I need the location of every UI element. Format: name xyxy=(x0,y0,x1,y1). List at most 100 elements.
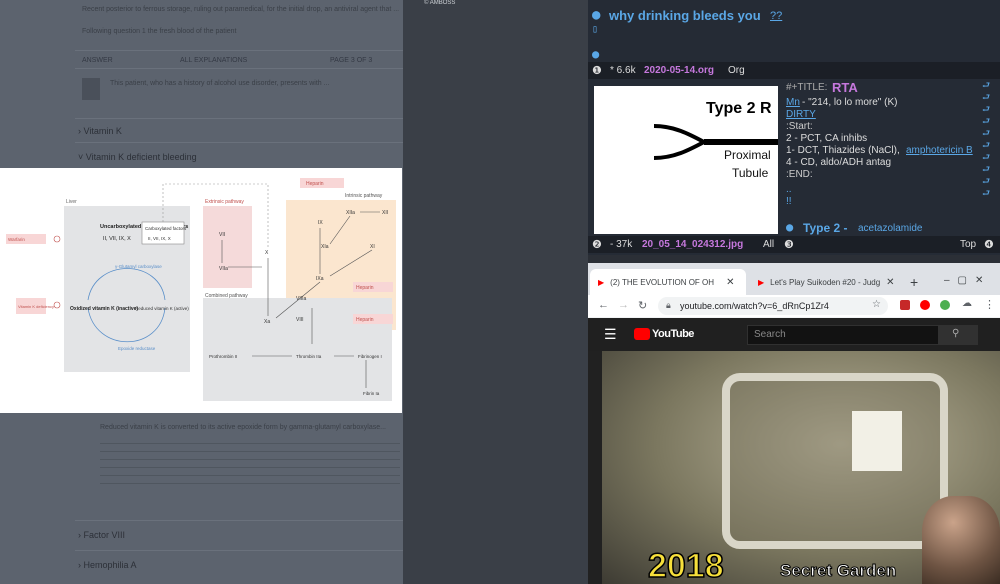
extension-icon[interactable] xyxy=(940,300,950,310)
youtube-logo-icon[interactable] xyxy=(634,328,650,340)
back-icon[interactable]: ← xyxy=(598,299,609,311)
hamburger-menu-icon[interactable]: ☰ xyxy=(604,326,617,343)
cast-icon[interactable]: ☁ xyxy=(962,298,972,309)
node-viii: VIII xyxy=(296,317,304,323)
accordion-item[interactable]: › Hemophilia A xyxy=(78,560,137,570)
question-text: Recent posterior to ferrous storage, rul… xyxy=(82,6,400,13)
node-viiia: VIIIa xyxy=(296,296,307,302)
tab-title: Let's Play Suikoden #20 - Judgm xyxy=(770,277,881,287)
node-xi: XI xyxy=(370,244,375,250)
node-xa: Xa xyxy=(264,319,270,325)
window-controls[interactable]: –▢✕ xyxy=(944,267,991,293)
explanation-text: Reduced vitamin K is converted to its ac… xyxy=(100,424,386,431)
subway-window xyxy=(722,373,948,549)
reduced-vitk: Reduced vitamin K (active) xyxy=(135,306,189,311)
org-link-amphotericin[interactable]: amphotericin B xyxy=(906,145,973,156)
carboxylated-factors: II, VII, IX, X xyxy=(148,236,171,241)
accordion-item[interactable]: ˅ Vitamin K deficient bleeding xyxy=(78,152,197,162)
image-label-tubule: Tubule xyxy=(732,166,769,180)
modeline-top: ❶ * 6.6k 2020-05-14.org Org xyxy=(588,62,1000,79)
node-x: X xyxy=(265,250,269,256)
url-text[interactable]: youtube.com/watch?v=6_dRnCp1Zr4 xyxy=(680,301,829,311)
extension-icon[interactable] xyxy=(900,300,910,310)
buffer-size: * 6.6k xyxy=(610,65,636,76)
browser-tab-active[interactable]: ▶ (2) THE EVOLUTION OF OH ✕ xyxy=(590,269,746,295)
org-keyword: #+TITLE: xyxy=(786,82,828,93)
image-size: - 37k xyxy=(610,239,633,250)
org-title: RTA xyxy=(832,80,858,95)
toolbar: ← → ↻ 🔒︎ youtube.com/watch?v=6_dRnCp1Zr4… xyxy=(588,295,1000,317)
major-mode: Org xyxy=(728,65,745,76)
search-icon: ⚲ xyxy=(952,328,960,339)
lock-icon: 🔒︎ xyxy=(666,300,671,310)
tab-title: (2) THE EVOLUTION OF OH xyxy=(610,277,715,287)
chevron-down-icon: ˅ xyxy=(78,152,86,162)
bullet-icon: ● xyxy=(592,7,601,23)
org-link-dirty[interactable]: DIRTY xyxy=(786,109,816,120)
reload-icon[interactable]: ↻ xyxy=(638,299,647,312)
buffer-name: 2020-05-14.org xyxy=(644,65,715,76)
tab-explanations[interactable]: ALL EXPLANATIONS xyxy=(180,57,247,64)
scroll-top: Top xyxy=(960,239,977,250)
org-line-2: 1- DCT, Thiazides (NaCl), xyxy=(786,145,900,156)
emacs-window[interactable]: ● why drinking bleeds you ?? ▯ ● ❶ * 6.6… xyxy=(588,0,1000,255)
tab-strip: ▶ (2) THE EVOLUTION OF OH ✕ ▶ Let's Play… xyxy=(588,263,1000,295)
bullet-icon: ● xyxy=(592,47,600,61)
browser-tab[interactable]: ▶ Let's Play Suikoden #20 - Judgm ✕ xyxy=(750,269,906,295)
youtube-header: ☰ YouTube Search ⚲ xyxy=(588,318,1000,351)
org-line-mn: - "214, lo lo more" (K) xyxy=(802,97,898,108)
window-num-3: ❸ xyxy=(784,238,794,251)
heparin-label: Heparin xyxy=(306,181,324,187)
youtube-favicon-icon: ▶ xyxy=(598,277,605,287)
node-xia: XIa xyxy=(321,244,329,250)
address-bar[interactable]: 🔒︎ youtube.com/watch?v=6_dRnCp1Zr4 ☆ xyxy=(658,297,888,315)
node-ix: IX xyxy=(318,220,323,226)
image-title: Type 2 R xyxy=(706,100,772,117)
center-strip xyxy=(403,0,588,584)
label-intrinsic: Intrinsic pathway xyxy=(345,193,383,199)
image-buffer: Type 2 R Proximal Tubule xyxy=(594,86,778,234)
youtube-page: ☰ YouTube Search ⚲ 2018 Secret Garden xyxy=(588,318,1000,584)
tab-answer[interactable]: ANSWER xyxy=(82,57,113,64)
menu-icon[interactable]: ⋮ xyxy=(984,298,995,311)
window-num-1: ❶ xyxy=(592,64,602,77)
extension-icon[interactable] xyxy=(920,300,930,310)
author-avatar xyxy=(82,78,100,100)
org-line-1: 2 - PCT, CA inhibs xyxy=(786,133,868,144)
coagulation-figure[interactable]: Liver Extrinsic pathway Intrinsic pathwa… xyxy=(0,168,402,413)
search-button[interactable]: ⚲ xyxy=(938,325,978,345)
org-subheading-link[interactable]: acetazolamide xyxy=(858,223,922,234)
tab-page[interactable]: PAGE 3 OF 3 xyxy=(330,57,372,64)
node-viia: VIIa xyxy=(219,266,228,272)
accordion-item[interactable]: › Factor VIII xyxy=(78,530,125,540)
cursor: ▯ xyxy=(592,24,599,35)
youtube-logo-text[interactable]: YouTube xyxy=(652,328,694,340)
org-drawer-start: :Start: xyxy=(786,121,813,132)
node-xii: XII xyxy=(382,210,388,216)
node-fibrin: Fibrin Ia xyxy=(363,391,380,396)
chrome-window[interactable]: ▶ (2) THE EVOLUTION OF OH ✕ ▶ Let's Play… xyxy=(588,263,1000,584)
overlay-panel xyxy=(852,411,902,471)
heading-link[interactable]: ?? xyxy=(770,10,782,22)
org-buffer[interactable]: #+TITLE: RTA Mn - "214, lo lo more" (K) … xyxy=(786,80,1000,236)
carboxylated-title: Carboxylated factors xyxy=(145,226,187,231)
bullet-icon: ● xyxy=(786,220,794,234)
video-player[interactable]: 2018 Secret Garden xyxy=(602,351,1000,584)
window-num-4: ❹ xyxy=(984,238,994,251)
image-buffer-name: 20_05_14_024312.jpg xyxy=(642,239,744,250)
search-input[interactable]: Search xyxy=(747,325,939,345)
forward-icon[interactable]: → xyxy=(618,299,629,311)
question-subtext: Following question 1 the fresh blood of … xyxy=(82,28,237,35)
close-tab-icon[interactable]: ✕ xyxy=(726,277,734,288)
new-tab-button[interactable]: + xyxy=(910,269,918,295)
person-figure xyxy=(922,496,1000,584)
star-icon[interactable]: ☆ xyxy=(872,299,881,310)
epoxide-reductase: Epoxide reductase xyxy=(118,346,156,351)
image-label-proximal: Proximal xyxy=(724,148,771,162)
close-tab-icon[interactable]: ✕ xyxy=(886,277,894,288)
org-heading-title: why drinking bleeds you xyxy=(609,8,761,23)
org-link-mn[interactable]: Mn xyxy=(786,97,800,108)
org-ellipsis: .. xyxy=(786,184,792,195)
accordion-item[interactable]: › Vitamin K xyxy=(78,126,122,136)
node-vii: VII xyxy=(219,232,225,238)
